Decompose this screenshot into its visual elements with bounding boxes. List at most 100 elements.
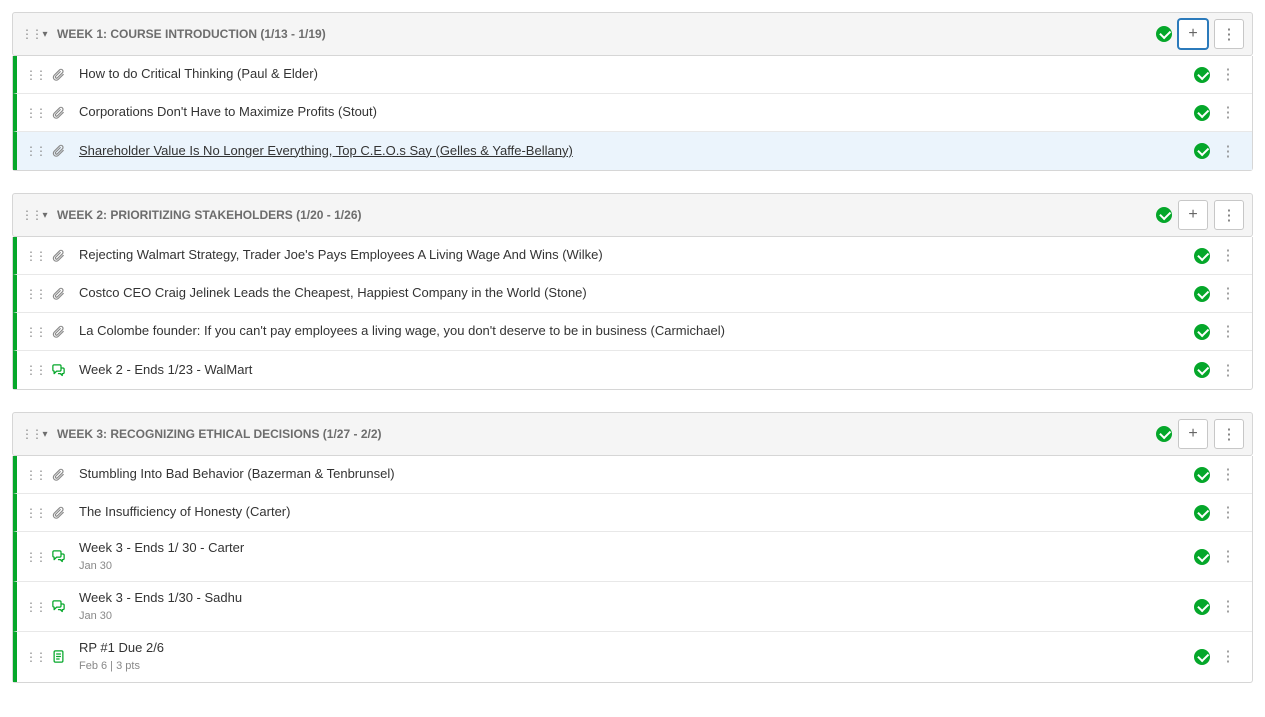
item-title[interactable]: Week 3 - Ends 1/30 - Sadhu	[79, 590, 1194, 607]
item-menu-button[interactable]: ⋮	[1220, 505, 1236, 520]
item-actions: ⋮	[1194, 67, 1242, 83]
item-title[interactable]: RP #1 Due 2/6	[79, 640, 1194, 657]
item-published-icon[interactable]	[1194, 549, 1210, 565]
drag-grip-icon[interactable]: ⋮⋮	[25, 506, 39, 520]
item-subtitle: Feb 6 | 3 pts	[79, 659, 1194, 673]
module-header[interactable]: ⋮⋮▾WEEK 3: RECOGNIZING ETHICAL DECISIONS…	[12, 412, 1253, 456]
module-item[interactable]: ⋮⋮ La Colombe founder: If you can't pay e…	[13, 313, 1252, 351]
collapse-caret-icon[interactable]: ▾	[39, 29, 51, 40]
module-item[interactable]: ⋮⋮ RP #1 Due 2/6 Feb 6 | 3 pts ⋮	[13, 632, 1252, 681]
module-menu-button[interactable]: ⋮	[1214, 419, 1244, 449]
item-title[interactable]: La Colombe founder: If you can't pay emp…	[79, 323, 1194, 340]
item-title[interactable]: How to do Critical Thinking (Paul & Elde…	[79, 66, 1194, 83]
item-published-icon[interactable]	[1194, 286, 1210, 302]
module-item[interactable]: ⋮⋮ Corporations Don't Have to Maximize Pr…	[13, 94, 1252, 132]
item-actions: ⋮	[1194, 105, 1242, 121]
add-item-button[interactable]: +	[1178, 200, 1208, 230]
item-actions: ⋮	[1194, 143, 1242, 159]
item-published-icon[interactable]	[1194, 599, 1210, 615]
module-menu-button[interactable]: ⋮	[1214, 19, 1244, 49]
module-published-icon[interactable]	[1156, 426, 1172, 442]
item-text-block: The Insufficiency of Honesty (Carter)	[79, 504, 1194, 521]
item-published-icon[interactable]	[1194, 362, 1210, 378]
item-text-block: Shareholder Value Is No Longer Everythin…	[79, 143, 1194, 160]
item-title[interactable]: Shareholder Value Is No Longer Everythin…	[79, 143, 1194, 160]
drag-grip-icon[interactable]: ⋮⋮	[21, 27, 35, 41]
module-menu-button[interactable]: ⋮	[1214, 200, 1244, 230]
module-item[interactable]: ⋮⋮ Rejecting Walmart Strategy, Trader Joe…	[13, 237, 1252, 275]
item-published-icon[interactable]	[1194, 649, 1210, 665]
add-item-button[interactable]: +	[1178, 419, 1208, 449]
module-item[interactable]: ⋮⋮ Costco CEO Craig Jelinek Leads the Che…	[13, 275, 1252, 313]
item-text-block: RP #1 Due 2/6 Feb 6 | 3 pts	[79, 640, 1194, 673]
module-item[interactable]: ⋮⋮ Week 3 - Ends 1/ 30 - Carter Jan 30 ⋮	[13, 532, 1252, 582]
item-menu-button[interactable]: ⋮	[1220, 467, 1236, 482]
module-title: WEEK 2: PRIORITIZING STAKEHOLDERS (1/20 …	[57, 208, 1156, 222]
drag-grip-icon[interactable]: ⋮⋮	[25, 325, 39, 339]
module-item[interactable]: ⋮⋮Week 3 - Ends 1/30 - SadhuJan 30⋮	[13, 582, 1252, 632]
item-title[interactable]: Week 3 - Ends 1/ 30 - Carter	[79, 540, 1194, 557]
module-item[interactable]: ⋮⋮ Week 2 - Ends 1/23 - WalMart ⋮	[13, 351, 1252, 389]
drag-grip-icon[interactable]: ⋮⋮	[25, 68, 39, 82]
item-published-icon[interactable]	[1194, 505, 1210, 521]
attachment-icon	[49, 287, 67, 301]
drag-grip-icon[interactable]: ⋮⋮	[25, 468, 39, 482]
item-title[interactable]: Rejecting Walmart Strategy, Trader Joe's…	[79, 247, 1194, 264]
collapse-caret-icon[interactable]: ▾	[39, 429, 51, 440]
item-text-block: Corporations Don't Have to Maximize Prof…	[79, 104, 1194, 121]
module-item[interactable]: ⋮⋮ Shareholder Value Is No Longer Everyth…	[13, 132, 1252, 170]
item-title[interactable]: Corporations Don't Have to Maximize Prof…	[79, 104, 1194, 121]
drag-grip-icon[interactable]: ⋮⋮	[25, 650, 39, 664]
drag-grip-icon[interactable]: ⋮⋮	[25, 600, 39, 614]
discussion-icon	[49, 549, 67, 564]
item-published-icon[interactable]	[1194, 143, 1210, 159]
module-header[interactable]: ⋮⋮▾WEEK 1: COURSE INTRODUCTION (1/13 - 1…	[12, 12, 1253, 56]
drag-grip-icon[interactable]: ⋮⋮	[25, 550, 39, 564]
module-item[interactable]: ⋮⋮ How to do Critical Thinking (Paul & El…	[13, 56, 1252, 94]
item-published-icon[interactable]	[1194, 324, 1210, 340]
module-item[interactable]: ⋮⋮ Stumbling Into Bad Behavior (Bazerman …	[13, 456, 1252, 494]
module-item-list: ⋮⋮How to do Critical Thinking (Paul & El…	[12, 56, 1253, 171]
drag-grip-icon[interactable]: ⋮⋮	[25, 144, 39, 158]
drag-grip-icon[interactable]: ⋮⋮	[21, 208, 35, 222]
drag-grip-icon[interactable]: ⋮⋮	[25, 249, 39, 263]
item-menu-button[interactable]: ⋮	[1220, 67, 1236, 82]
collapse-caret-icon[interactable]: ▾	[39, 210, 51, 221]
item-text-block: How to do Critical Thinking (Paul & Elde…	[79, 66, 1194, 83]
attachment-icon	[49, 468, 67, 482]
item-published-icon[interactable]	[1194, 467, 1210, 483]
item-menu-button[interactable]: ⋮	[1220, 324, 1236, 339]
item-actions: ⋮	[1194, 467, 1242, 483]
item-menu-button[interactable]: ⋮	[1220, 286, 1236, 301]
drag-grip-icon[interactable]: ⋮⋮	[21, 427, 35, 441]
item-subtitle: Jan 30	[79, 559, 1194, 573]
item-published-icon[interactable]	[1194, 105, 1210, 121]
item-title[interactable]: Week 2 - Ends 1/23 - WalMart	[79, 362, 1194, 379]
module-header-actions: +⋮	[1156, 419, 1244, 449]
drag-grip-icon[interactable]: ⋮⋮	[25, 287, 39, 301]
drag-grip-icon[interactable]: ⋮⋮	[25, 106, 39, 120]
item-title[interactable]: The Insufficiency of Honesty (Carter)	[79, 504, 1194, 521]
item-title[interactable]: Costco CEO Craig Jelinek Leads the Cheap…	[79, 285, 1194, 302]
module-item-list: ⋮⋮Rejecting Walmart Strategy, Trader Joe…	[12, 237, 1253, 390]
item-menu-button[interactable]: ⋮	[1220, 105, 1236, 120]
module-published-icon[interactable]	[1156, 26, 1172, 42]
item-menu-button[interactable]: ⋮	[1220, 549, 1236, 564]
module-header[interactable]: ⋮⋮ ▾ WEEK 2: PRIORITIZING STAKEHOLDERS (1/…	[12, 193, 1253, 237]
attachment-icon	[49, 68, 67, 82]
drag-grip-icon[interactable]: ⋮⋮	[25, 363, 39, 377]
add-item-button[interactable]: +	[1178, 19, 1208, 49]
item-actions: ⋮	[1194, 324, 1242, 340]
item-menu-button[interactable]: ⋮	[1220, 144, 1236, 159]
item-published-icon[interactable]	[1194, 67, 1210, 83]
module-published-icon[interactable]	[1156, 207, 1172, 223]
attachment-icon	[49, 249, 67, 263]
item-menu-button[interactable]: ⋮	[1220, 649, 1236, 664]
item-title[interactable]: Stumbling Into Bad Behavior (Bazerman & …	[79, 466, 1194, 483]
item-menu-button[interactable]: ⋮	[1220, 248, 1236, 263]
module-item[interactable]: ⋮⋮ The Insufficiency of Honesty (Carter) ⋮	[13, 494, 1252, 532]
item-actions: ⋮	[1194, 286, 1242, 302]
item-menu-button[interactable]: ⋮	[1220, 599, 1236, 614]
item-menu-button[interactable]: ⋮	[1220, 363, 1236, 378]
item-published-icon[interactable]	[1194, 248, 1210, 264]
